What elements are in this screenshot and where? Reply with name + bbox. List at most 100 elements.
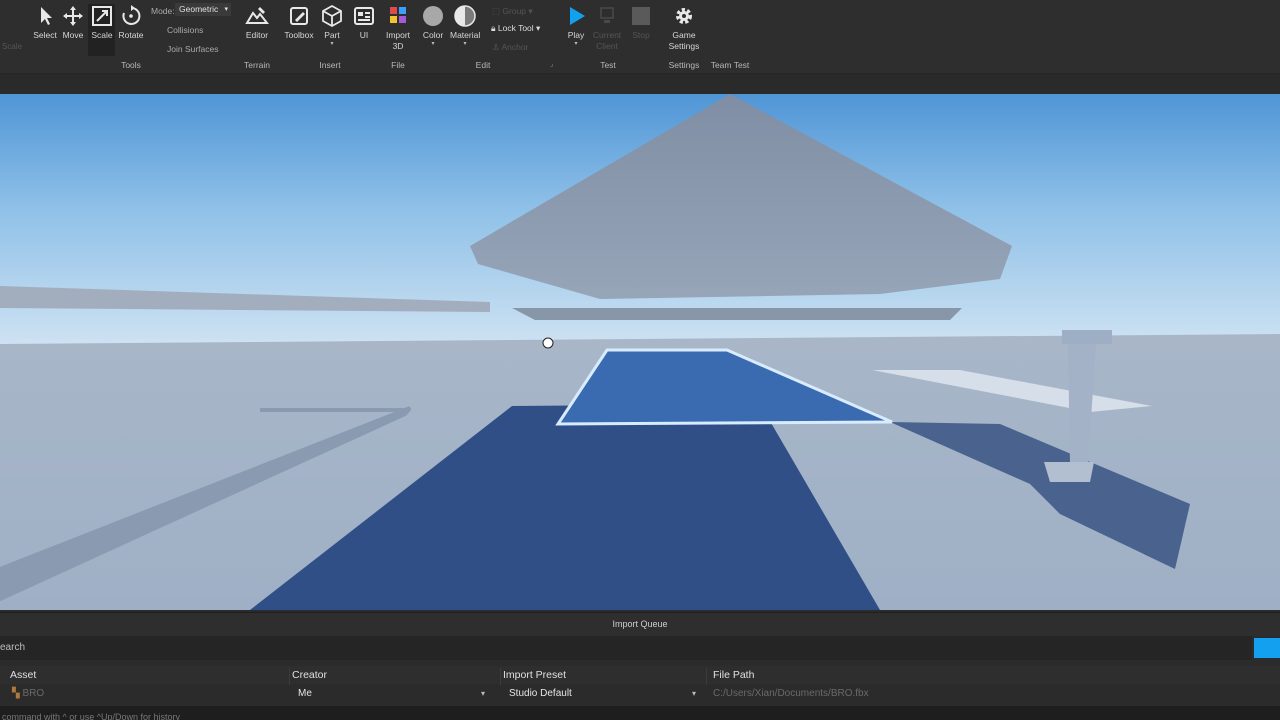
color-label: Color xyxy=(422,30,444,40)
import-queue-search-input[interactable]: earch xyxy=(0,636,1252,660)
rotate-icon xyxy=(116,4,146,28)
rotate-label: Rotate xyxy=(118,30,144,40)
stop-icon xyxy=(626,4,656,28)
current-client-button[interactable]: Current Client xyxy=(592,4,622,52)
mode-label: Mode: xyxy=(151,6,175,16)
3d-viewport[interactable] xyxy=(0,94,1280,610)
ui-label: UI xyxy=(359,30,369,40)
move-tool-button[interactable]: Move xyxy=(58,4,88,41)
group-button[interactable]: ⬚ Group ▾ xyxy=(492,6,533,17)
mode-select[interactable]: Geometric ▾ xyxy=(175,3,231,16)
ribbon-bottom-strip xyxy=(0,73,1280,95)
color-button[interactable]: Color ▾ xyxy=(418,4,448,47)
test-group-label: Test xyxy=(600,60,616,70)
lock-tool-chevron-down-icon: ▾ xyxy=(536,23,541,33)
game-settings-label: Game Settings xyxy=(668,30,700,51)
roof-base-slab xyxy=(512,308,962,320)
import-3d-icon xyxy=(383,4,413,28)
model-icon: ▚ xyxy=(12,688,20,699)
table-row[interactable]: ▚ BRO Me ▾ Studio Default ▾ C:/Users/Xia… xyxy=(0,685,1280,703)
scale-label: Scale xyxy=(91,30,113,40)
part-chevron-down-icon: ▾ xyxy=(330,41,334,47)
toolbox-label: Toolbox xyxy=(284,30,314,40)
part-cube-icon xyxy=(317,4,347,28)
group-label: Group xyxy=(502,6,527,16)
join-surfaces-label: Join Surfaces xyxy=(167,44,219,54)
anchor-label: Anchor xyxy=(501,42,529,52)
material-button[interactable]: Material ▾ xyxy=(450,4,480,47)
asset-name: BRO xyxy=(22,688,45,699)
toolbox-button[interactable]: Toolbox xyxy=(284,4,314,41)
preset-value: Studio Default xyxy=(509,688,572,699)
select-label: Select xyxy=(33,30,57,40)
creator-select[interactable]: Me xyxy=(298,685,312,703)
import-button[interactable] xyxy=(1254,638,1280,658)
color-chevron-down-icon: ▾ xyxy=(431,41,435,47)
import-3d-button[interactable]: Import 3D xyxy=(383,4,413,52)
current-client-icon xyxy=(592,4,622,28)
terrain-group-label: Terrain xyxy=(244,60,270,70)
ui-icon xyxy=(349,4,379,28)
mode-value: Geometric xyxy=(179,4,219,14)
scale-icon xyxy=(87,4,117,28)
select-arrow-icon xyxy=(30,4,60,28)
collisions-label: Collisions xyxy=(167,25,204,35)
part-label: Part xyxy=(324,30,340,40)
play-label: Play xyxy=(567,30,585,40)
chevron-down-icon: ▾ xyxy=(224,6,228,13)
game-settings-button[interactable]: Game Settings xyxy=(668,4,700,52)
import-3d-label: Import 3D xyxy=(385,30,411,51)
collisions-toggle[interactable]: Collisions xyxy=(153,24,203,35)
command-bar-input[interactable]: command with ^ or use ^Up/Down for histo… xyxy=(0,706,1280,720)
import-queue-title: Import Queue xyxy=(0,612,1280,636)
column-import-preset[interactable]: Import Preset xyxy=(503,666,566,684)
material-label: Material xyxy=(450,30,481,40)
join-surfaces-toggle[interactable]: Join Surfaces xyxy=(153,43,219,54)
join-surfaces-checkbox[interactable] xyxy=(153,43,163,53)
terrain-editor-button[interactable]: Editor xyxy=(242,4,272,41)
rotate-tool-button[interactable]: Rotate xyxy=(116,4,146,41)
collisions-checkbox[interactable] xyxy=(153,24,163,34)
grab-cursor-icon xyxy=(542,337,554,349)
asset-cell: ▚ BRO xyxy=(12,685,44,703)
column-file-path[interactable]: File Path xyxy=(713,666,754,684)
column-asset[interactable]: Asset xyxy=(10,666,36,684)
play-button[interactable]: Play ▾ xyxy=(561,4,591,47)
viewport-scene[interactable] xyxy=(0,94,1280,610)
ribbon-toolbar: Scale Select Move Scale Rotate Mode: Geo… xyxy=(0,0,1280,73)
stop-label: Stop xyxy=(632,30,650,40)
lock-tool-label: Lock Tool xyxy=(497,23,534,33)
terrain-editor-label: Editor xyxy=(245,30,269,40)
preset-select[interactable]: Studio Default xyxy=(509,685,572,703)
gear-icon xyxy=(668,4,700,28)
play-chevron-down-icon: ▾ xyxy=(574,41,578,47)
preset-chevron-down-icon[interactable]: ▾ xyxy=(692,685,696,703)
import-queue-header: Asset Creator Import Preset File Path xyxy=(0,666,1280,684)
terrain-editor-icon xyxy=(242,4,272,28)
tools-group-label: Tools xyxy=(121,60,141,70)
part-button[interactable]: Part ▾ xyxy=(317,4,347,47)
file-group-label: File xyxy=(391,60,405,70)
toolbox-icon xyxy=(284,4,314,28)
move-arrows-icon xyxy=(58,4,88,28)
team-test-group-label: Team Test xyxy=(710,60,750,70)
lock-tool-button[interactable]: 🔒︎ Lock Tool ▾ xyxy=(491,23,540,34)
anchor-icon: ⚓︎ xyxy=(492,42,502,52)
group-icon: ⬚ xyxy=(492,6,503,16)
material-sphere-icon xyxy=(450,4,480,28)
column-base xyxy=(1044,462,1094,482)
creator-chevron-down-icon[interactable]: ▾ xyxy=(481,685,485,703)
anchor-button[interactable]: ⚓︎ Anchor xyxy=(492,42,528,53)
scale-tool-button[interactable]: Scale xyxy=(87,4,117,41)
select-tool-button[interactable]: Select xyxy=(30,4,60,41)
ui-button[interactable]: UI xyxy=(349,4,379,41)
stop-button[interactable]: Stop xyxy=(626,4,656,41)
column-creator[interactable]: Creator xyxy=(292,666,327,684)
settings-group-label: Settings xyxy=(668,60,700,70)
creator-value: Me xyxy=(298,688,312,699)
edit-expand-icon[interactable]: ⌟ xyxy=(550,60,553,68)
play-icon xyxy=(561,4,591,28)
column-capital xyxy=(1062,330,1112,344)
file-path-cell: C:/Users/Xian/Documents/BRO.fbx xyxy=(713,688,869,699)
color-circle-icon xyxy=(418,4,448,28)
